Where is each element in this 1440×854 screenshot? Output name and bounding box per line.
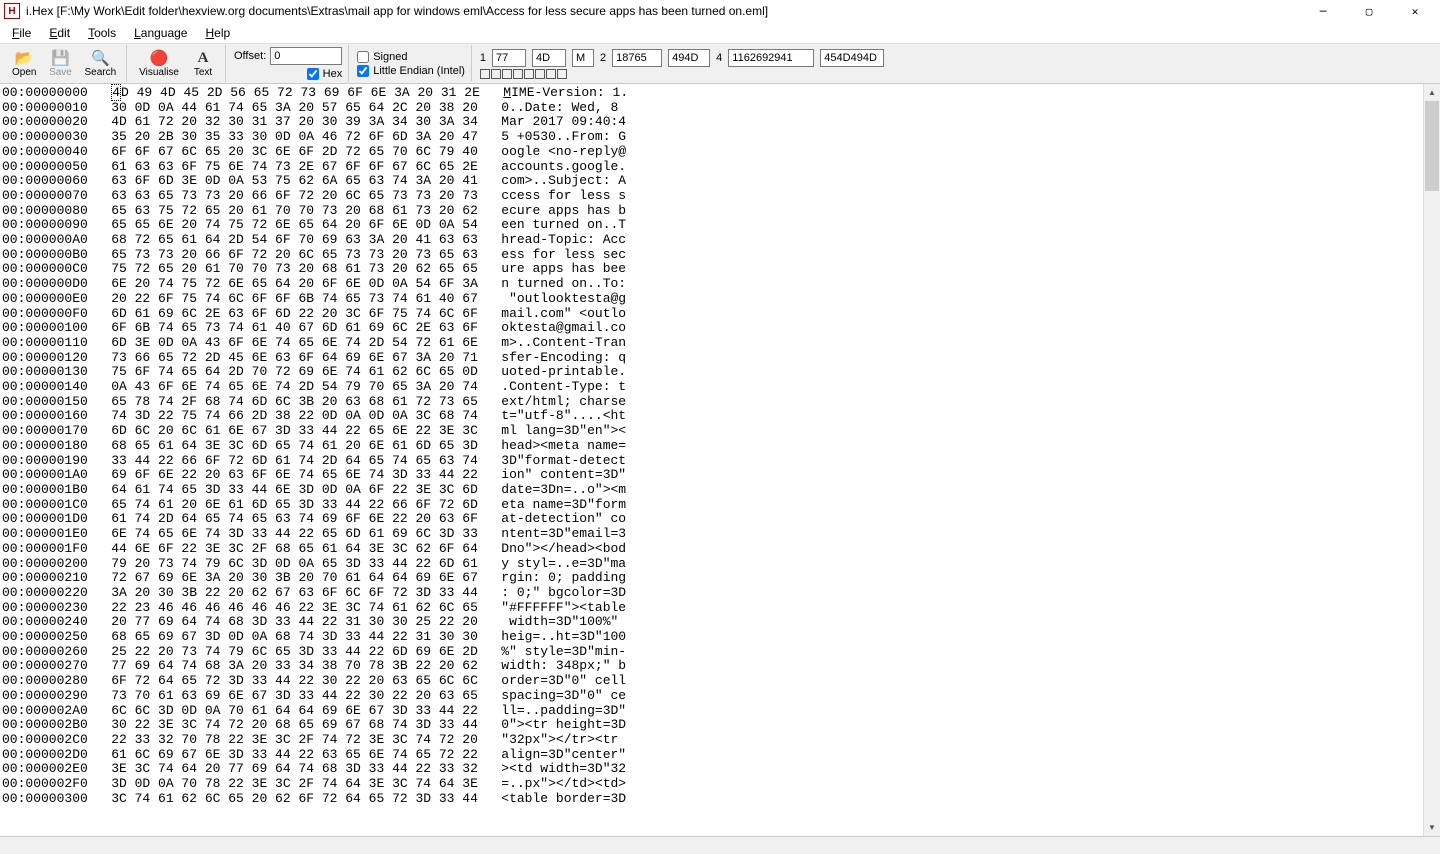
menu-bar: File Edit Tools Language Help	[0, 22, 1440, 44]
offset-input[interactable]	[270, 47, 342, 65]
visualise-button[interactable]: 🔴 Visualise	[133, 48, 185, 79]
visualise-icon: 🔴	[150, 49, 169, 67]
scroll-thumb[interactable]	[1425, 101, 1439, 191]
app-icon: H	[4, 3, 20, 19]
toolbar: 📂 Open 💾 Save 🔍 Search 🔴 Visualise A Tex…	[0, 44, 1440, 84]
byte4-hex[interactable]	[820, 49, 884, 67]
menu-language[interactable]: Language	[126, 24, 195, 42]
open-icon: 📂	[15, 49, 34, 67]
save-icon: 💾	[51, 49, 70, 67]
bit-squares	[480, 69, 884, 79]
byte1-label: 1	[480, 52, 486, 64]
byte1-char[interactable]	[572, 49, 594, 67]
text-button[interactable]: A Text	[185, 48, 221, 79]
search-button[interactable]: 🔍 Search	[78, 48, 122, 79]
menu-help[interactable]: Help	[197, 24, 238, 42]
hex-checkbox[interactable]: Hex	[307, 68, 343, 80]
window-title: i.Hex [F:\My Work\Edit folder\hexview.or…	[26, 4, 768, 18]
menu-tools[interactable]: Tools	[80, 24, 124, 42]
byte4-dec[interactable]	[728, 49, 814, 67]
menu-file[interactable]: File	[4, 24, 39, 42]
signed-checkbox[interactable]: Signed	[357, 51, 465, 63]
vertical-scrollbar[interactable]: ▲ ▼	[1423, 84, 1440, 836]
menu-edit[interactable]: Edit	[41, 24, 78, 42]
search-icon: 🔍	[91, 49, 110, 67]
close-button[interactable]: ✕	[1392, 0, 1438, 22]
byte2-hex[interactable]	[668, 49, 710, 67]
status-bar	[0, 836, 1440, 854]
byte2-dec[interactable]	[612, 49, 662, 67]
maximize-button[interactable]: ▢	[1346, 0, 1392, 22]
scroll-down-icon[interactable]: ▼	[1424, 819, 1440, 836]
title-bar: H i.Hex [F:\My Work\Edit folder\hexview.…	[0, 0, 1440, 22]
scroll-up-icon[interactable]: ▲	[1424, 84, 1440, 101]
byte4-label: 4	[716, 52, 722, 64]
minimize-button[interactable]: ─	[1300, 0, 1346, 22]
byte2-label: 2	[600, 52, 606, 64]
byte1-dec[interactable]	[492, 49, 526, 67]
little-endian-checkbox[interactable]: Little Endian (Intel)	[357, 65, 465, 77]
save-button[interactable]: 💾 Save	[42, 48, 78, 79]
hex-view[interactable]: 00:00000000 4D 49 4D 45 2D 56 65 72 73 6…	[0, 84, 1423, 836]
offset-label: Offset:	[234, 50, 266, 62]
byte1-hex[interactable]	[532, 49, 566, 67]
open-button[interactable]: 📂 Open	[6, 48, 42, 79]
text-icon: A	[198, 49, 209, 67]
